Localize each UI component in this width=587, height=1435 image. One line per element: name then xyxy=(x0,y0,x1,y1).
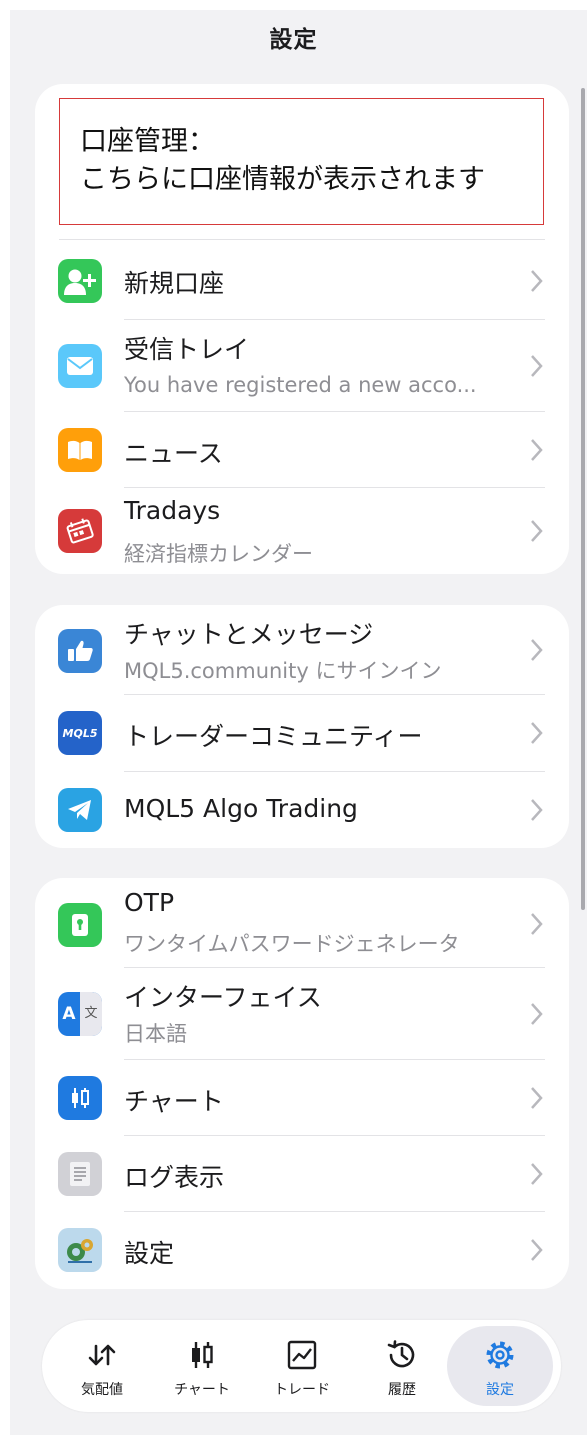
menu-item-title: ログ表示 xyxy=(124,1163,225,1192)
menu-item-inbox[interactable]: 受信トレイ You have registered a new acco... xyxy=(35,320,569,412)
account-card: 口座管理： こちらに口座情報が表示されます 新規口座 受信トレイ You hav… xyxy=(35,84,569,574)
menu-item-subtitle: 経済指標カレンダー xyxy=(124,542,313,566)
chevron-right-icon xyxy=(531,639,543,661)
menu-item-subtitle: MQL5.community にサインイン xyxy=(124,659,442,683)
menu-item-title: 設定 xyxy=(124,1239,175,1268)
account-placeholder: こちらに口座情報が表示されます xyxy=(80,164,485,195)
menu-item-title: ニュース xyxy=(124,439,223,468)
scrollbar[interactable] xyxy=(581,88,585,910)
telegram-icon xyxy=(58,788,102,832)
menu-item-title: トレーダーコミュニティー xyxy=(124,722,423,751)
tab-trade[interactable]: トレード xyxy=(252,1320,352,1412)
account-label: 口座管理： xyxy=(80,126,215,157)
mail-icon xyxy=(58,344,102,388)
tab-label: トレード xyxy=(274,1382,330,1398)
translate-glyph-a: A xyxy=(62,1004,76,1024)
chevron-right-icon xyxy=(531,520,543,542)
tradays-calendar-icon xyxy=(58,509,102,553)
mql5-badge-text: MQL5 xyxy=(62,726,98,740)
menu-item-title: チャットとメッセージ xyxy=(124,620,374,649)
menu-item-chat[interactable]: チャットとメッセージ MQL5.community にサインイン xyxy=(35,605,569,695)
menu-item-subtitle: You have registered a new acco... xyxy=(124,373,477,397)
tab-settings[interactable]: 設定 xyxy=(447,1326,553,1406)
menu-item-title: Tradays xyxy=(124,496,221,525)
candlestick-tab-icon xyxy=(192,1342,213,1368)
menu-item-log[interactable]: ログ表示 xyxy=(35,1136,569,1212)
menu-item-algo-trading[interactable]: MQL5 Algo Trading xyxy=(35,772,569,848)
book-icon xyxy=(58,428,102,472)
menu-item-interface[interactable]: A 文 インターフェイス 日本語 xyxy=(35,968,569,1060)
menu-item-title: チャート xyxy=(124,1087,224,1116)
page-edge xyxy=(0,0,587,10)
menu-item-title: OTP xyxy=(124,888,175,917)
settings-app-icon xyxy=(58,1228,102,1272)
menu-item-subtitle: ワンタイムパスワードジェネレータ xyxy=(124,932,460,956)
chevron-right-icon xyxy=(531,439,543,461)
divider xyxy=(59,239,545,240)
gear-icon xyxy=(486,1341,514,1369)
trade-chart-icon xyxy=(287,1340,317,1370)
chevron-right-icon xyxy=(531,722,543,744)
page-title: 設定 xyxy=(269,27,318,53)
tab-label: 気配値 xyxy=(81,1382,123,1398)
candlestick-icon xyxy=(58,1076,102,1120)
community-card: チャットとメッセージ MQL5.community にサインイン MQL5 トレ… xyxy=(35,605,569,848)
menu-item-tradays[interactable]: Tradays 経済指標カレンダー xyxy=(35,488,569,574)
menu-item-chart[interactable]: チャート xyxy=(35,1060,569,1136)
history-icon xyxy=(387,1340,415,1368)
thumbs-up-icon xyxy=(58,629,102,673)
quotes-arrows-icon xyxy=(88,1344,116,1366)
tab-quotes[interactable]: 気配値 xyxy=(52,1320,152,1412)
tab-label: 履歴 xyxy=(388,1382,416,1398)
key-icon xyxy=(58,903,102,947)
chevron-right-icon xyxy=(531,355,543,377)
add-user-icon xyxy=(58,259,102,303)
page-edge xyxy=(0,0,10,1435)
tools-card: OTP ワンタイムパスワードジェネレータ A 文 インターフェイス 日本語 チャ… xyxy=(35,878,569,1289)
menu-item-title: MQL5 Algo Trading xyxy=(124,794,358,823)
chevron-right-icon xyxy=(531,1239,543,1261)
chevron-right-icon xyxy=(531,1163,543,1185)
chevron-right-icon xyxy=(531,1087,543,1109)
tab-chart[interactable]: チャート xyxy=(152,1320,252,1412)
menu-item-settings[interactable]: 設定 xyxy=(35,1212,569,1289)
translate-glyph-b: 文 xyxy=(80,992,102,1036)
chevron-right-icon xyxy=(531,1003,543,1025)
menu-item-otp[interactable]: OTP ワンタイムパスワードジェネレータ xyxy=(35,878,569,968)
tab-label: 設定 xyxy=(486,1382,514,1398)
menu-item-title: 受信トレイ xyxy=(124,335,250,364)
log-icon xyxy=(58,1152,102,1196)
tab-history[interactable]: 履歴 xyxy=(352,1320,452,1412)
menu-item-trader-community[interactable]: MQL5 トレーダーコミュニティー xyxy=(35,695,569,772)
tab-bar: 気配値 チャート トレード 履歴 設定 xyxy=(42,1320,561,1412)
chevron-right-icon xyxy=(531,913,543,935)
menu-item-title: インターフェイス xyxy=(124,983,322,1012)
mql5-logo-icon: MQL5 xyxy=(58,711,102,755)
account-info-box[interactable]: 口座管理： こちらに口座情報が表示されます xyxy=(59,98,544,225)
menu-item-subtitle: 日本語 xyxy=(124,1022,187,1046)
chevron-right-icon xyxy=(531,270,543,292)
chevron-right-icon xyxy=(531,799,543,821)
translate-icon: A 文 xyxy=(58,992,102,1036)
tab-label: チャート xyxy=(174,1382,230,1398)
menu-item-title: 新規口座 xyxy=(124,269,225,298)
menu-item-new-account[interactable]: 新規口座 xyxy=(35,242,569,320)
menu-item-news[interactable]: ニュース xyxy=(35,412,569,488)
